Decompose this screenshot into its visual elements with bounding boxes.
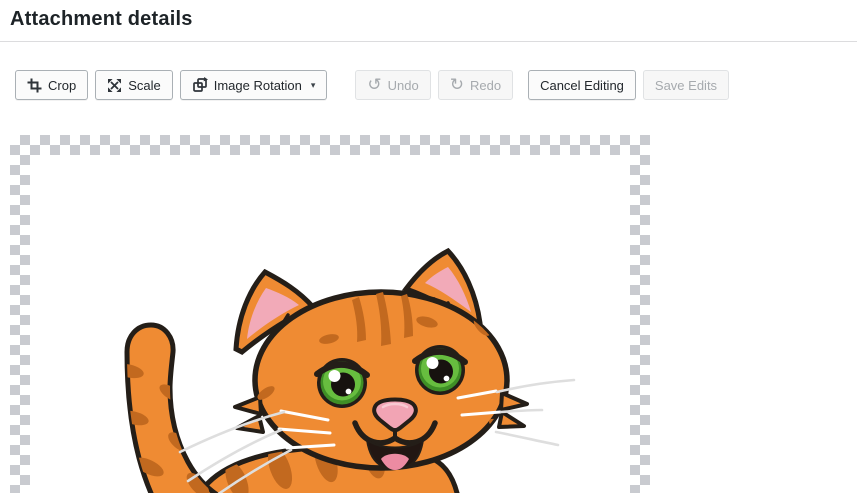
image-edit-toolbar: Crop Scale Image Rotation ▾ ↺ Undo ↻ Red… — [15, 70, 857, 100]
scale-icon — [107, 78, 122, 93]
redo-button[interactable]: ↻ Redo — [437, 70, 514, 100]
image-edit-canvas[interactable] — [10, 135, 650, 493]
chevron-down-icon: ▾ — [310, 79, 316, 90]
save-edits-button[interactable]: Save Edits — [642, 70, 730, 100]
cancel-editing-button[interactable]: Cancel Editing — [528, 70, 636, 100]
undo-icon: ↺ — [367, 74, 382, 94]
crop-button[interactable]: Crop — [15, 70, 89, 100]
attachment-details-page: Attachment details Crop Scale Image Rota… — [0, 0, 857, 493]
scale-button[interactable]: Scale — [95, 70, 173, 100]
page-header: Attachment details — [0, 0, 857, 42]
redo-icon: ↻ — [449, 74, 464, 94]
cat-illustration — [124, 247, 576, 493]
page-title: Attachment details — [10, 8, 193, 30]
undo-button[interactable]: ↺ Undo — [355, 70, 431, 100]
image-rotation-button-label: Image Rotation — [213, 77, 302, 93]
attachment-image — [30, 155, 630, 493]
redo-button-label: Redo — [470, 77, 502, 93]
undo-button-label: Undo — [387, 77, 419, 93]
cancel-editing-button-label: Cancel Editing — [540, 77, 624, 93]
crop-icon — [27, 78, 42, 93]
save-edits-button-label: Save Edits — [654, 77, 718, 93]
image-rotation-icon — [192, 77, 208, 93]
scale-button-label: Scale — [128, 77, 161, 93]
image-rotation-button[interactable]: Image Rotation ▾ — [179, 70, 328, 100]
crop-button-label: Crop — [48, 77, 77, 93]
